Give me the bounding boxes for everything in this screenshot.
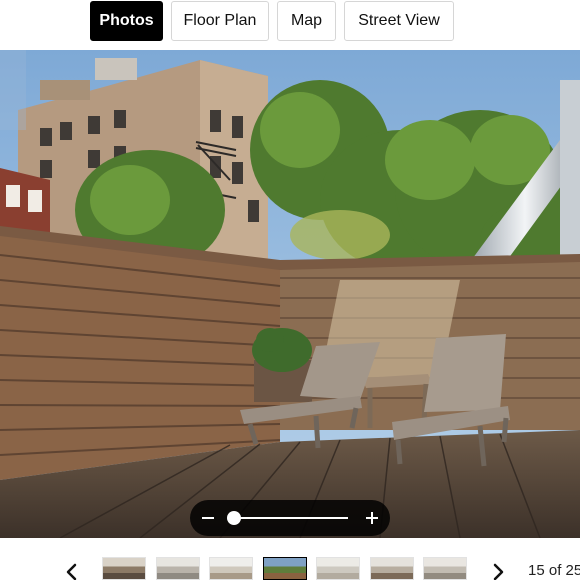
rooftop-deck-photo (0, 50, 580, 538)
zoom-out-button[interactable] (190, 500, 226, 536)
tab-map[interactable]: Map (277, 1, 336, 41)
photo-counter: 15 of 25 (528, 562, 580, 579)
photo-thumbnail[interactable] (156, 557, 200, 580)
plus-icon-vertical-bar (371, 512, 373, 524)
zoom-control (190, 500, 390, 536)
photo-thumbnail[interactable] (102, 557, 146, 580)
thumbnail-strip: 15 of 25 (0, 538, 580, 580)
tab-floor-plan[interactable]: Floor Plan (171, 1, 269, 41)
tab-photos[interactable]: Photos (90, 1, 163, 41)
tab-street-view[interactable]: Street View (344, 1, 454, 41)
zoom-slider-track[interactable] (234, 517, 348, 519)
photo-thumbnail[interactable] (263, 557, 307, 580)
chevron-left-icon (66, 563, 77, 580)
zoom-in-button[interactable] (354, 500, 390, 536)
photo-thumbnail[interactable] (209, 557, 253, 580)
main-photo[interactable] (0, 50, 580, 538)
photo-thumbnail[interactable] (423, 557, 467, 580)
next-photo-button[interactable] (486, 560, 510, 580)
media-tab-bar: Photos Floor Plan Map Street View (0, 0, 580, 50)
previous-photo-button[interactable] (60, 560, 84, 580)
chevron-right-icon (493, 563, 504, 580)
minus-icon (202, 517, 214, 519)
zoom-slider-handle[interactable] (227, 511, 241, 525)
photo-thumbnail[interactable] (316, 557, 360, 580)
photo-thumbnail[interactable] (370, 557, 414, 580)
